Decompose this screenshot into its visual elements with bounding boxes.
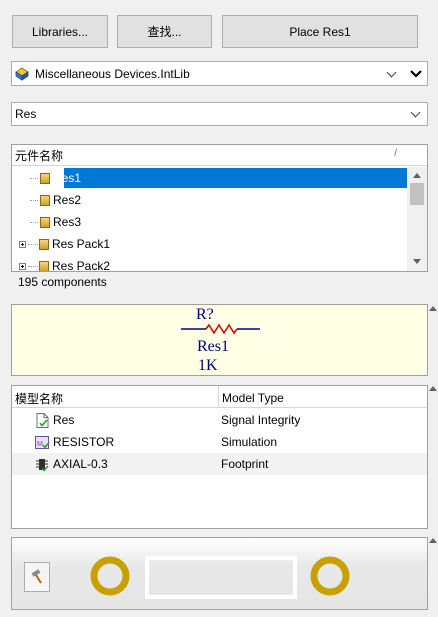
models-header: 模型名称 Model Type (12, 386, 427, 408)
list-item[interactable]: Res3 (12, 211, 81, 233)
component-label: Res2 (53, 193, 82, 207)
find-button[interactable]: 查找... (117, 15, 212, 48)
simulation-icon: M (35, 435, 50, 453)
chevron-down-icon (410, 107, 421, 118)
axial-footprint (90, 556, 350, 599)
expand-icon[interactable] (19, 240, 26, 248)
component-icon (40, 194, 50, 206)
model-type: Simulation (221, 435, 278, 449)
component-list-header[interactable]: 元件名称 / (12, 145, 427, 166)
component-label: Res Pack1 (52, 237, 111, 251)
scrollbar-thumb[interactable] (410, 183, 424, 205)
component-icon (39, 238, 49, 250)
tree-line (30, 221, 38, 223)
component-label: Res Pack2 (52, 259, 111, 271)
expand-icon[interactable] (19, 262, 26, 270)
libraries-button-label: Libraries... (31, 24, 89, 39)
model-name: Res (53, 413, 75, 427)
component-count: 195 components (18, 275, 107, 289)
filter-value: Res (15, 107, 37, 121)
place-button-label: Place Res1 (289, 24, 351, 39)
tree-line (28, 265, 38, 267)
chevron-down-bold-icon (410, 70, 422, 78)
model-type: Signal Integrity (221, 413, 301, 427)
list-item[interactable]: Res Pack1 (12, 233, 110, 255)
selection-highlight (64, 168, 407, 188)
list-item[interactable]: Res Pack2 (12, 255, 110, 271)
symbol-preview: R? Res1 1K (11, 304, 428, 376)
library-select[interactable]: Miscellaneous Devices.IntLib (11, 61, 428, 86)
scroll-up-icon[interactable] (413, 173, 421, 178)
scroll-down-icon[interactable] (413, 259, 421, 264)
library-select-value: Miscellaneous Devices.IntLib (35, 66, 190, 81)
column-header-model-name[interactable]: 模型名称 (15, 390, 63, 407)
component-icon (40, 216, 50, 228)
component-list-header-label: 元件名称 (15, 148, 64, 163)
model-name: AXIAL-0.3 (53, 457, 108, 471)
model-name: RESISTOR (53, 435, 115, 449)
component-list[interactable]: 元件名称 / Res1 Res2 Res3 Res Pack1 Res Pack… (11, 144, 428, 272)
table-row[interactable]: Res Signal Integrity (12, 409, 427, 431)
svg-text:M: M (37, 441, 43, 448)
column-divider[interactable] (218, 386, 219, 408)
component-icon (40, 172, 50, 184)
component-label: Res3 (53, 215, 82, 229)
libraries-button[interactable]: Libraries... (12, 15, 108, 48)
find-button-label: 查找... (147, 25, 182, 39)
place-button[interactable]: Place Res1 (222, 15, 418, 48)
signal-integrity-icon (36, 413, 49, 431)
footprint-preview (11, 537, 428, 610)
sort-icon: / (394, 148, 397, 159)
component-list-scrollbar[interactable] (407, 167, 427, 271)
list-item[interactable]: Res1 (12, 167, 84, 189)
library-icon (15, 67, 29, 81)
collapse-models-icon[interactable] (429, 386, 437, 391)
tree-line (28, 243, 38, 245)
table-row[interactable]: AXIAL-0.3 Footprint (12, 453, 427, 475)
filter-combo[interactable]: Res (11, 102, 428, 126)
designator-label: R? (196, 306, 214, 323)
column-header-model-type[interactable]: Model Type (222, 391, 284, 405)
collapse-preview-icon[interactable] (429, 306, 437, 311)
component-tree: Res1 Res2 Res3 Res Pack1 Res Pack2 (12, 167, 407, 271)
collapse-footprint-icon[interactable] (429, 538, 437, 543)
tree-line (30, 199, 38, 201)
tree-line (30, 177, 38, 179)
models-table: 模型名称 Model Type Res Signal Integrity M R… (11, 385, 428, 529)
component-icon (39, 260, 49, 271)
list-item[interactable]: Res2 (12, 189, 81, 211)
table-row[interactable]: M RESISTOR Simulation (12, 431, 427, 453)
component-label: Res1 (53, 171, 82, 185)
chevron-down-icon (386, 67, 397, 77)
library-menu-button[interactable] (405, 62, 427, 85)
component-name-label: Res1 (197, 338, 229, 355)
footprint-icon (36, 457, 49, 475)
model-type: Footprint (221, 457, 269, 471)
component-value-label: 1K (198, 357, 218, 374)
